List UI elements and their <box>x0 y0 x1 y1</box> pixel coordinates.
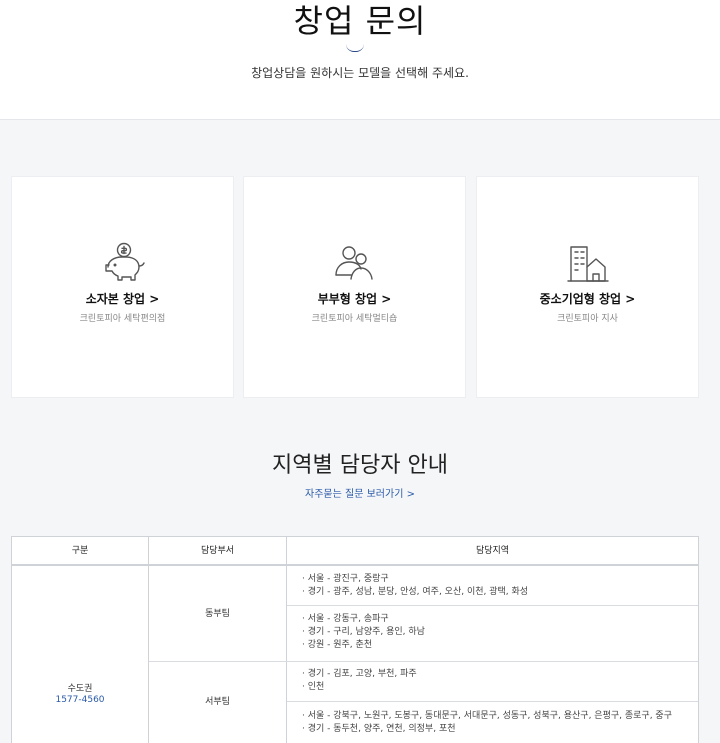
area-line: · 강원 - 원주, 춘천 <box>302 640 373 650</box>
building-icon <box>477 241 698 285</box>
region-name: 수도권 <box>67 684 93 694</box>
piggy-bank-icon <box>12 241 233 285</box>
region-phone[interactable]: 1577-4560 <box>12 695 148 705</box>
area-line: · 경기 - 광주, 성남, 분당, 안성, 여주, 오산, 이천, 광택, 화… <box>302 587 529 597</box>
card-subtitle: 크린토피아 지사 <box>557 314 618 324</box>
area-line: · 서울 - 강동구, 송파구 <box>302 614 389 624</box>
card-title: 부부형 창업 > <box>317 292 392 306</box>
area-line: · 경기 - 김포, 고양, 부천, 파주 <box>302 669 417 679</box>
row-divider <box>287 701 698 702</box>
regions-title: 지역별 담당자 안내 <box>272 453 448 478</box>
area-line: · 서울 - 광진구, 중랑구 <box>302 574 389 584</box>
page-subtitle: 창업상담을 원하시는 모델을 선택해 주세요. <box>251 66 469 80</box>
area-list: · 서울 - 강동구, 송파구 · 경기 - 구리, 남양주, 용인, 하남 ·… <box>302 613 425 652</box>
column-divider <box>286 537 287 743</box>
page-header: 창업 문의 창업상담을 원하시는 모델을 선택해 주세요. <box>0 0 720 120</box>
title-decoration <box>346 44 364 52</box>
faq-link[interactable]: 자주묻는 질문 보러가기 > <box>0 485 720 500</box>
area-line: · 인천 <box>302 682 325 692</box>
area-list: · 서울 - 강북구, 노원구, 도봉구, 동대문구, 서대문구, 성동구, 성… <box>302 710 672 736</box>
couple-icon <box>244 241 465 285</box>
header-divider <box>12 565 698 566</box>
table-header-department: 담당부서 <box>149 537 286 565</box>
region-contact-table: 구분 담당부서 담당지역 수도권 1577-4560 동부팀 서부팀 · 서울 … <box>11 536 699 743</box>
table-header-category: 구분 <box>12 537 148 565</box>
card-small-capital[interactable]: 소자본 창업 > 크린토피아 세탁편의점 <box>11 176 234 398</box>
table-header-area: 담당지역 <box>287 537 698 565</box>
card-title: 중소기업형 창업 > <box>539 292 636 306</box>
card-title: 소자본 창업 > <box>85 292 160 306</box>
team-name: 서부팀 <box>205 697 230 707</box>
column-divider <box>148 537 149 743</box>
area-line: · 경기 - 구리, 남양주, 용인, 하남 <box>302 627 425 637</box>
area-line: · 경기 - 동두천, 양주, 연천, 의정부, 포천 <box>302 724 456 734</box>
row-divider <box>287 605 698 606</box>
card-couple[interactable]: 부부형 창업 > 크린토피아 세탁멀티숍 <box>243 176 466 398</box>
card-subtitle: 크린토피아 세탁멀티숍 <box>311 314 398 324</box>
area-list: · 서울 - 광진구, 중랑구 · 경기 - 광주, 성남, 분당, 안성, 여… <box>302 573 528 599</box>
team-name: 동부팀 <box>205 609 230 619</box>
area-line: · 서울 - 강북구, 노원구, 도봉구, 동대문구, 서대문구, 성동구, 성… <box>302 711 672 721</box>
area-list: · 경기 - 김포, 고양, 부천, 파주 · 인천 <box>302 668 417 694</box>
card-mid-enterprise[interactable]: 중소기업형 창업 > 크린토피아 지사 <box>476 176 699 398</box>
card-subtitle: 크린토피아 세탁편의점 <box>79 314 166 324</box>
row-divider <box>149 661 698 662</box>
startup-model-cards: 소자본 창업 > 크린토피아 세탁편의점 부부형 창업 > 크린토피아 세탁멀티… <box>11 176 699 398</box>
page-title: 창업 문의 <box>293 2 427 40</box>
